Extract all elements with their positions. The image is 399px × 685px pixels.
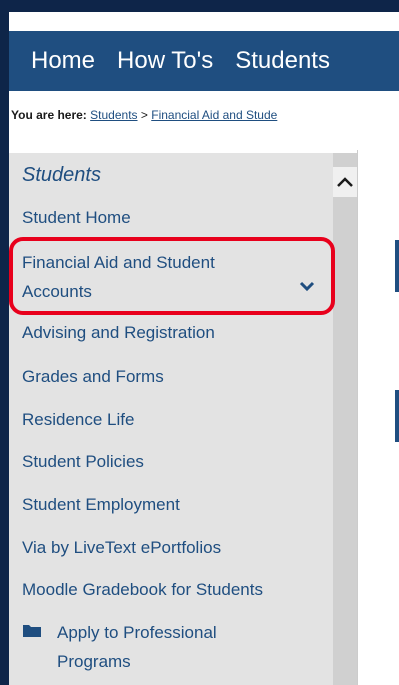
sidebar-item-apply-line1[interactable]: Apply to Professional <box>57 621 217 645</box>
content-panel-edge <box>395 240 399 292</box>
window-frame-top <box>0 0 399 12</box>
sidebar-scrollbar-track[interactable] <box>333 153 357 685</box>
breadcrumb: You are here: Students > Financial Aid a… <box>9 108 399 128</box>
sidebar-item-advising[interactable]: Advising and Registration <box>22 321 215 345</box>
sidebar-item-grades[interactable]: Grades and Forms <box>22 365 164 389</box>
sidebar-item-student-employment[interactable]: Student Employment <box>22 493 180 517</box>
content-border <box>357 150 358 685</box>
chevron-up-icon <box>337 177 353 187</box>
scroll-up-button[interactable] <box>333 167 357 197</box>
content-gutter <box>357 153 394 685</box>
nav-item-students[interactable]: Students <box>235 47 330 75</box>
sidebar-item-apply-line2[interactable]: Programs <box>57 650 131 674</box>
top-nav: Home How To's Students <box>9 31 399 91</box>
content-panel-edge <box>395 390 399 442</box>
nav-item-home[interactable]: Home <box>31 47 95 75</box>
sidebar-item-residence-life[interactable]: Residence Life <box>22 408 134 432</box>
highlight-box <box>9 237 335 315</box>
breadcrumb-link-students[interactable]: Students <box>90 108 137 122</box>
sidebar-item-moodle[interactable]: Moodle Gradebook for Students <box>22 578 263 602</box>
header-spacer <box>9 12 399 31</box>
folder-icon <box>23 625 41 637</box>
sidebar-title: Students <box>22 164 101 186</box>
sidebar-item-livetext[interactable]: Via by LiveText ePortfolios <box>22 536 221 560</box>
window-frame-left <box>0 0 9 685</box>
breadcrumb-label: You are here: <box>11 108 87 122</box>
nav-item-how-tos[interactable]: How To's <box>117 47 213 75</box>
breadcrumb-link-financial-aid[interactable]: Financial Aid and Stude <box>151 108 277 122</box>
sidebar-item-student-home[interactable]: Student Home <box>22 206 131 230</box>
sidebar-item-student-policies[interactable]: Student Policies <box>22 450 144 474</box>
breadcrumb-separator: > <box>140 108 148 122</box>
